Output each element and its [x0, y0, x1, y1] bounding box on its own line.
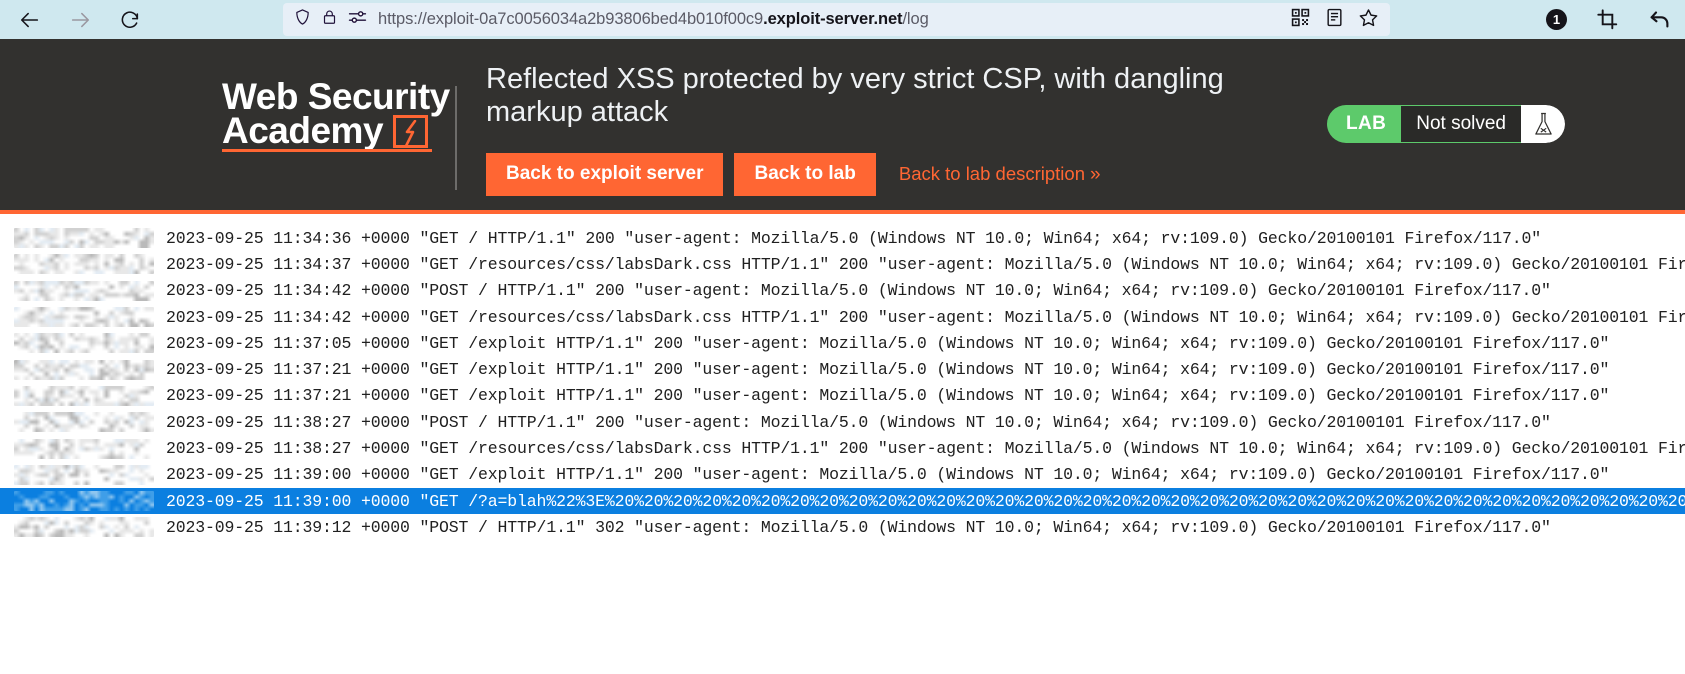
redacted-ip-address: [14, 438, 154, 459]
header-divider: [455, 86, 457, 190]
reload-icon[interactable]: [118, 8, 142, 32]
log-line-text: 2023-09-25 11:34:42 +0000 "POST / HTTP/1…: [166, 281, 1551, 301]
log-line[interactable]: 2023-09-25 11:37:05 +0000 "GET /exploit …: [0, 330, 1685, 356]
redacted-ip-address: [14, 385, 154, 406]
log-line-text: 2023-09-25 11:34:37 +0000 "GET /resource…: [166, 254, 1685, 274]
flask-not-solved-icon: [1521, 105, 1565, 143]
log-line-text: 2023-09-25 11:34:36 +0000 "GET / HTTP/1.…: [166, 228, 1541, 248]
arrow-right-icon[interactable]: [68, 8, 92, 32]
log-line-text: 2023-09-25 11:39:00 +0000 "GET /exploit …: [166, 465, 1610, 485]
back-to-lab-description-label: Back to lab description: [898, 162, 1085, 184]
url-prefix: https://exploit-0a7c0056034a2b93806bed4b…: [378, 10, 764, 28]
redacted-ip-address: [14, 464, 154, 485]
redacted-ip-address: [14, 307, 154, 328]
notification-badge[interactable]: 1: [1546, 9, 1567, 30]
lab-tag: LAB: [1326, 105, 1402, 143]
back-to-exploit-server-button[interactable]: Back to exploit server: [486, 152, 724, 196]
log-line-list: 2023-09-25 11:34:36 +0000 "GET / HTTP/1.…: [0, 225, 1685, 541]
redacted-ip-address: [14, 254, 154, 275]
address-bar-actions: [1291, 8, 1382, 32]
log-line[interactable]: 2023-09-25 11:39:12 +0000 "POST / HTTP/1…: [0, 514, 1685, 540]
address-bar[interactable]: https://exploit-0a7c0056034a2b93806bed4b…: [283, 3, 1390, 36]
log-line-text: 2023-09-25 11:39:00 +0000 "GET /?a=blah%…: [160, 491, 1685, 511]
log-line-text: 2023-09-25 11:34:42 +0000 "GET /resource…: [166, 307, 1685, 327]
url-text[interactable]: https://exploit-0a7c0056034a2b93806bed4b…: [378, 10, 1291, 29]
back-to-lab-description-link[interactable]: Back to lab description»: [899, 163, 1101, 186]
log-line-text: 2023-09-25 11:39:12 +0000 "POST / HTTP/1…: [166, 517, 1551, 537]
web-security-academy-logo[interactable]: Web Security Academy: [222, 49, 462, 152]
log-line[interactable]: 2023-09-25 11:34:42 +0000 "GET /resource…: [0, 304, 1685, 330]
log-line[interactable]: 2023-09-25 11:37:21 +0000 "GET /exploit …: [0, 383, 1685, 409]
header-main: Reflected XSS protected by very strict C…: [486, 49, 1316, 196]
log-line[interactable]: 2023-09-25 11:38:27 +0000 "GET /resource…: [0, 435, 1685, 461]
browser-toolbar: https://exploit-0a7c0056034a2b93806bed4b…: [0, 0, 1685, 39]
address-bar-icons: [291, 8, 378, 31]
log-line[interactable]: 2023-09-25 11:34:36 +0000 "GET / HTTP/1.…: [0, 225, 1685, 251]
url-host: .exploit-server.net: [763, 10, 903, 28]
page-title: Reflected XSS protected by very strict C…: [486, 63, 1224, 128]
lightning-bolt-icon: [393, 114, 429, 148]
log-line-text: 2023-09-25 11:38:27 +0000 "POST / HTTP/1…: [166, 412, 1551, 432]
url-path: /log: [902, 10, 929, 28]
page-settings-icon[interactable]: [348, 9, 367, 30]
star-icon[interactable]: [1359, 8, 1378, 32]
reader-view-icon[interactable]: [1326, 8, 1343, 32]
redacted-ip-address: [14, 517, 154, 538]
status-badge: LAB Not solved: [1326, 105, 1565, 143]
log-line[interactable]: 2023-09-25 11:38:27 +0000 "POST / HTTP/1…: [0, 409, 1685, 435]
exploit-server-log: 2023-09-25 11:34:36 +0000 "GET / HTTP/1.…: [0, 214, 1685, 670]
logo-line-2: Academy: [222, 110, 384, 152]
lab-status-text: Not solved: [1401, 105, 1521, 143]
redacted-ip-address: [14, 359, 154, 380]
qr-code-icon[interactable]: [1291, 8, 1310, 32]
back-to-lab-button[interactable]: Back to lab: [734, 152, 876, 196]
redacted-ip-address: [14, 333, 154, 354]
redacted-ip-address: [14, 228, 154, 249]
log-line-text: 2023-09-25 11:37:05 +0000 "GET /exploit …: [166, 333, 1610, 353]
log-line-text: 2023-09-25 11:37:21 +0000 "GET /exploit …: [166, 360, 1610, 380]
log-line[interactable]: 2023-09-25 11:34:37 +0000 "GET /resource…: [0, 251, 1685, 277]
log-line[interactable]: 2023-09-25 11:37:21 +0000 "GET /exploit …: [0, 356, 1685, 382]
log-line[interactable]: 2023-09-25 11:39:00 +0000 "GET /exploit …: [0, 462, 1685, 488]
redacted-ip-address: [14, 491, 154, 512]
navigation-buttons: [0, 8, 142, 32]
redacted-ip-address: [14, 412, 154, 433]
arrow-left-icon[interactable]: [18, 8, 42, 32]
logo-line-1: Web Security: [222, 76, 450, 117]
crop-icon[interactable]: [1595, 8, 1619, 32]
log-line-text: 2023-09-25 11:38:27 +0000 "GET /resource…: [166, 439, 1685, 459]
log-line[interactable]: 2023-09-25 11:39:00 +0000 "GET /?a=blah%…: [0, 487, 1685, 515]
log-line[interactable]: 2023-09-25 11:34:42 +0000 "POST / HTTP/1…: [0, 278, 1685, 304]
padlock-icon[interactable]: [322, 8, 337, 31]
undo-arrow-icon[interactable]: [1647, 8, 1671, 32]
academy-header: Web Security Academy Reflected XSS prote…: [0, 39, 1685, 214]
log-line-text: 2023-09-25 11:37:21 +0000 "GET /exploit …: [166, 386, 1610, 406]
shield-icon[interactable]: [294, 8, 311, 31]
browser-right-actions: 1: [1546, 8, 1671, 32]
logo-line-2-wrap: Academy: [222, 112, 432, 152]
header-button-row: Back to exploit server Back to lab Back …: [486, 152, 1316, 196]
chevron-right-icon: »: [1090, 163, 1101, 185]
redacted-ip-address: [14, 280, 154, 301]
logo-underline: [222, 148, 432, 152]
